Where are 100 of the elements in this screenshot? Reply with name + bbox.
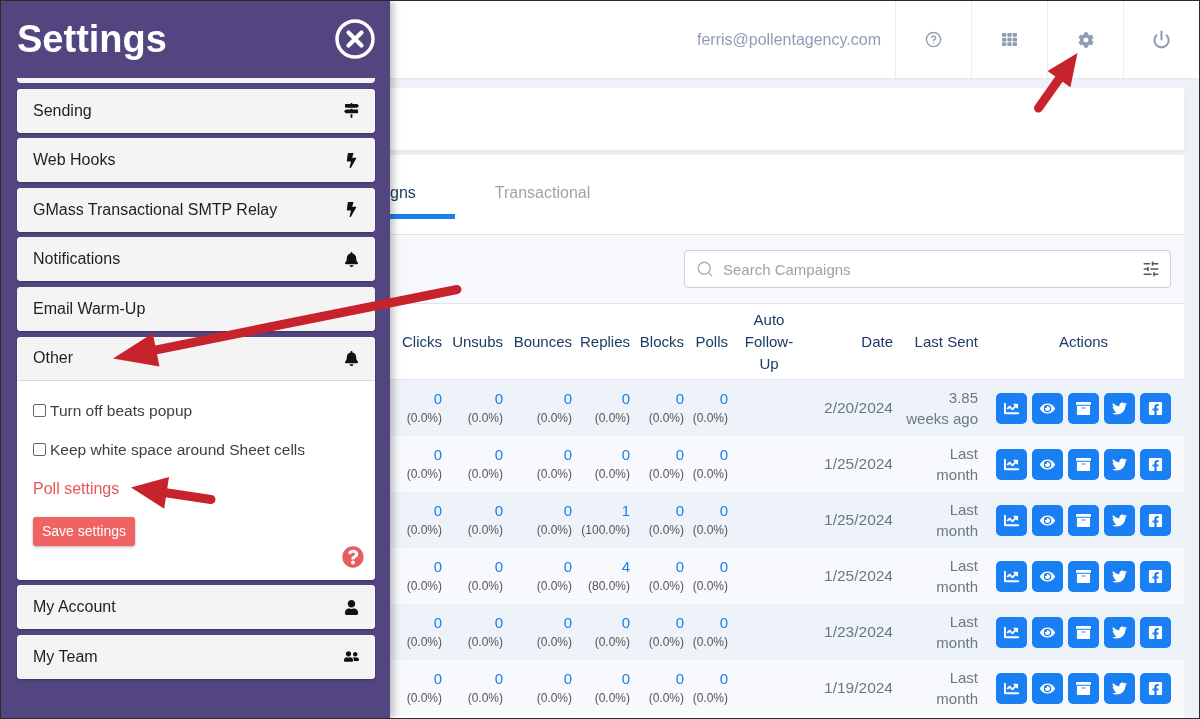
cell-value: 0 bbox=[675, 670, 684, 688]
search-field[interactable]: Search Campaigns bbox=[684, 250, 1171, 288]
view-button[interactable] bbox=[1032, 504, 1063, 536]
column-header: Replies bbox=[579, 331, 630, 352]
archive-button[interactable] bbox=[1068, 504, 1099, 536]
archive-icon bbox=[1076, 568, 1091, 584]
close-button[interactable] bbox=[335, 19, 375, 59]
tab[interactable]: gns bbox=[390, 155, 455, 219]
poll-settings-link[interactable]: Poll settings bbox=[33, 478, 120, 499]
cell-percent: (0.0%) bbox=[648, 411, 684, 426]
cell-percent: (0.0%) bbox=[594, 467, 630, 482]
cell-value: 0 bbox=[494, 670, 503, 688]
cell-percent: (0.0%) bbox=[648, 467, 684, 482]
archive-button[interactable] bbox=[1068, 672, 1099, 704]
facebook-icon bbox=[1148, 456, 1163, 472]
cell-value: 0 bbox=[719, 670, 728, 688]
cell-value: 0 bbox=[621, 390, 630, 408]
annotation-arrow bbox=[1033, 53, 1077, 113]
help-icon[interactable] bbox=[342, 545, 364, 568]
archive-button[interactable] bbox=[1068, 560, 1099, 592]
cell-percent: (0.0%) bbox=[406, 635, 442, 650]
twitter-button[interactable] bbox=[1104, 560, 1135, 592]
facebook-button[interactable] bbox=[1140, 448, 1171, 480]
cell-value: 0 bbox=[563, 502, 572, 520]
twitter-icon bbox=[1112, 568, 1127, 584]
settings-section[interactable]: Notifications bbox=[17, 237, 375, 282]
grid-icon bbox=[1002, 32, 1017, 47]
view-button[interactable] bbox=[1032, 560, 1063, 592]
bolt-icon bbox=[344, 152, 359, 168]
cell-value: 0 bbox=[621, 614, 630, 632]
archive-icon bbox=[1076, 456, 1091, 472]
search-icon bbox=[696, 260, 714, 278]
column-header: Polls bbox=[695, 331, 728, 352]
settings-section[interactable]: Web Hooks bbox=[17, 138, 375, 183]
view-button[interactable] bbox=[1032, 616, 1063, 648]
facebook-button[interactable] bbox=[1140, 672, 1171, 704]
view-button[interactable] bbox=[1032, 392, 1063, 424]
archive-button[interactable] bbox=[1068, 616, 1099, 648]
sliders-icon[interactable] bbox=[1142, 260, 1160, 278]
settings-section[interactable]: My Account bbox=[17, 585, 375, 630]
stats-button[interactable] bbox=[996, 392, 1027, 424]
cell-value: 0 bbox=[675, 446, 684, 464]
view-button[interactable] bbox=[1032, 672, 1063, 704]
checkbox[interactable] bbox=[33, 443, 46, 457]
facebook-button[interactable] bbox=[1140, 560, 1171, 592]
view-button[interactable] bbox=[1032, 448, 1063, 480]
twitter-button[interactable] bbox=[1104, 448, 1135, 480]
column-header: Unsubs bbox=[452, 331, 503, 352]
settings-section[interactable]: My Team bbox=[17, 634, 375, 679]
user-email: ferris@pollentagency.com bbox=[696, 30, 882, 49]
twitter-button[interactable] bbox=[1104, 392, 1135, 424]
cell-percent: (0.0%) bbox=[692, 411, 728, 426]
bolt-icon bbox=[344, 202, 359, 218]
cell-value: 0 bbox=[719, 390, 728, 408]
archive-icon bbox=[1076, 624, 1091, 640]
facebook-button[interactable] bbox=[1140, 392, 1171, 424]
cell-value: 0 bbox=[621, 446, 630, 464]
column-header: Auto Follow-Up bbox=[743, 309, 795, 374]
cell-value: 0 bbox=[494, 558, 503, 576]
cell-percent: (80.0%) bbox=[587, 579, 630, 594]
cell-percent: (0.0%) bbox=[406, 579, 442, 594]
cell-percent: (0.0%) bbox=[467, 635, 503, 650]
cell-percent: (100.0%) bbox=[581, 523, 630, 538]
facebook-icon bbox=[1148, 624, 1163, 640]
cell-percent: (0.0%) bbox=[536, 523, 572, 538]
twitter-icon bbox=[1112, 400, 1127, 416]
facebook-icon bbox=[1148, 512, 1163, 528]
signpost-icon bbox=[344, 103, 359, 119]
panel-title: Settings bbox=[17, 17, 167, 61]
stats-button[interactable] bbox=[996, 560, 1027, 592]
twitter-button[interactable] bbox=[1104, 616, 1135, 648]
twitter-button[interactable] bbox=[1104, 504, 1135, 536]
settings-section[interactable]: Other bbox=[17, 336, 375, 381]
cell-value: 0 bbox=[719, 502, 728, 520]
cell-value: 0 bbox=[433, 502, 442, 520]
stats-button[interactable] bbox=[996, 504, 1027, 536]
column-header: Last Sent bbox=[914, 331, 978, 352]
cell-percent: (0.0%) bbox=[406, 691, 442, 706]
stats-button[interactable] bbox=[996, 672, 1027, 704]
chart-icon bbox=[1004, 512, 1019, 528]
cell-percent: (0.0%) bbox=[692, 523, 728, 538]
facebook-icon bbox=[1148, 400, 1163, 416]
date-cell: 1/25/2024 bbox=[824, 567, 893, 585]
cell-percent: (0.0%) bbox=[692, 691, 728, 706]
cell-value: 0 bbox=[494, 446, 503, 464]
cell-value: 0 bbox=[719, 446, 728, 464]
archive-button[interactable] bbox=[1068, 448, 1099, 480]
settings-section[interactable]: GMass Transactional SMTP Relay bbox=[17, 187, 375, 232]
checkbox[interactable] bbox=[33, 404, 46, 418]
settings-section[interactable]: Sending bbox=[17, 88, 375, 133]
stats-button[interactable] bbox=[996, 616, 1027, 648]
twitter-icon bbox=[1112, 680, 1127, 696]
facebook-button[interactable] bbox=[1140, 504, 1171, 536]
archive-button[interactable] bbox=[1068, 392, 1099, 424]
twitter-button[interactable] bbox=[1104, 672, 1135, 704]
stats-button[interactable] bbox=[996, 448, 1027, 480]
cell-value: 0 bbox=[433, 670, 442, 688]
settings-section[interactable]: Email Warm-Up bbox=[17, 286, 375, 331]
facebook-button[interactable] bbox=[1140, 616, 1171, 648]
facebook-icon bbox=[1148, 568, 1163, 584]
